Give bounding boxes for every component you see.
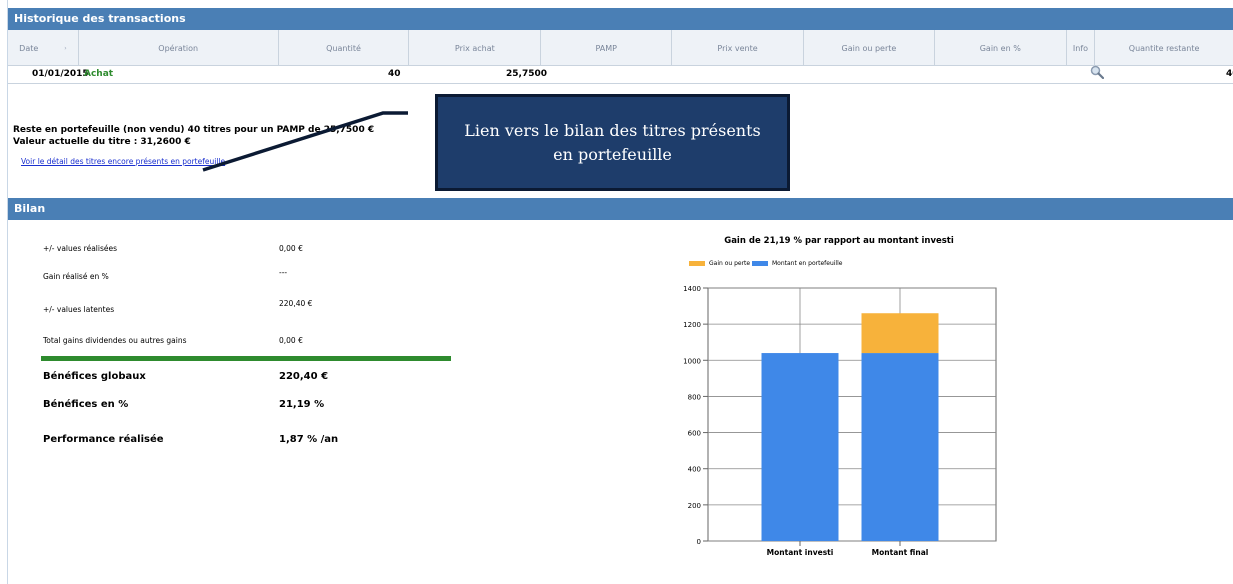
y-tick-label: 200 (688, 502, 701, 510)
y-tick-label: 0 (697, 538, 701, 546)
y-tick-label: 800 (688, 393, 701, 401)
y-tick-label: 1000 (683, 357, 701, 365)
y-tick-label: 600 (688, 430, 701, 438)
bar-chart: 0 200 400 600 800 1000 1200 1400 Montant investi… (683, 285, 997, 557)
y-tick-label: 1200 (683, 321, 701, 329)
y-tick-label: 1400 (683, 285, 701, 293)
bar-montant (761, 353, 839, 541)
x-tick-label: Montant final (872, 548, 929, 557)
bar-montant (861, 353, 939, 541)
y-tick-label: 400 (688, 466, 701, 474)
plot-area (707, 287, 997, 542)
x-tick-label: Montant investi (767, 548, 834, 557)
bar-gain (861, 313, 939, 354)
